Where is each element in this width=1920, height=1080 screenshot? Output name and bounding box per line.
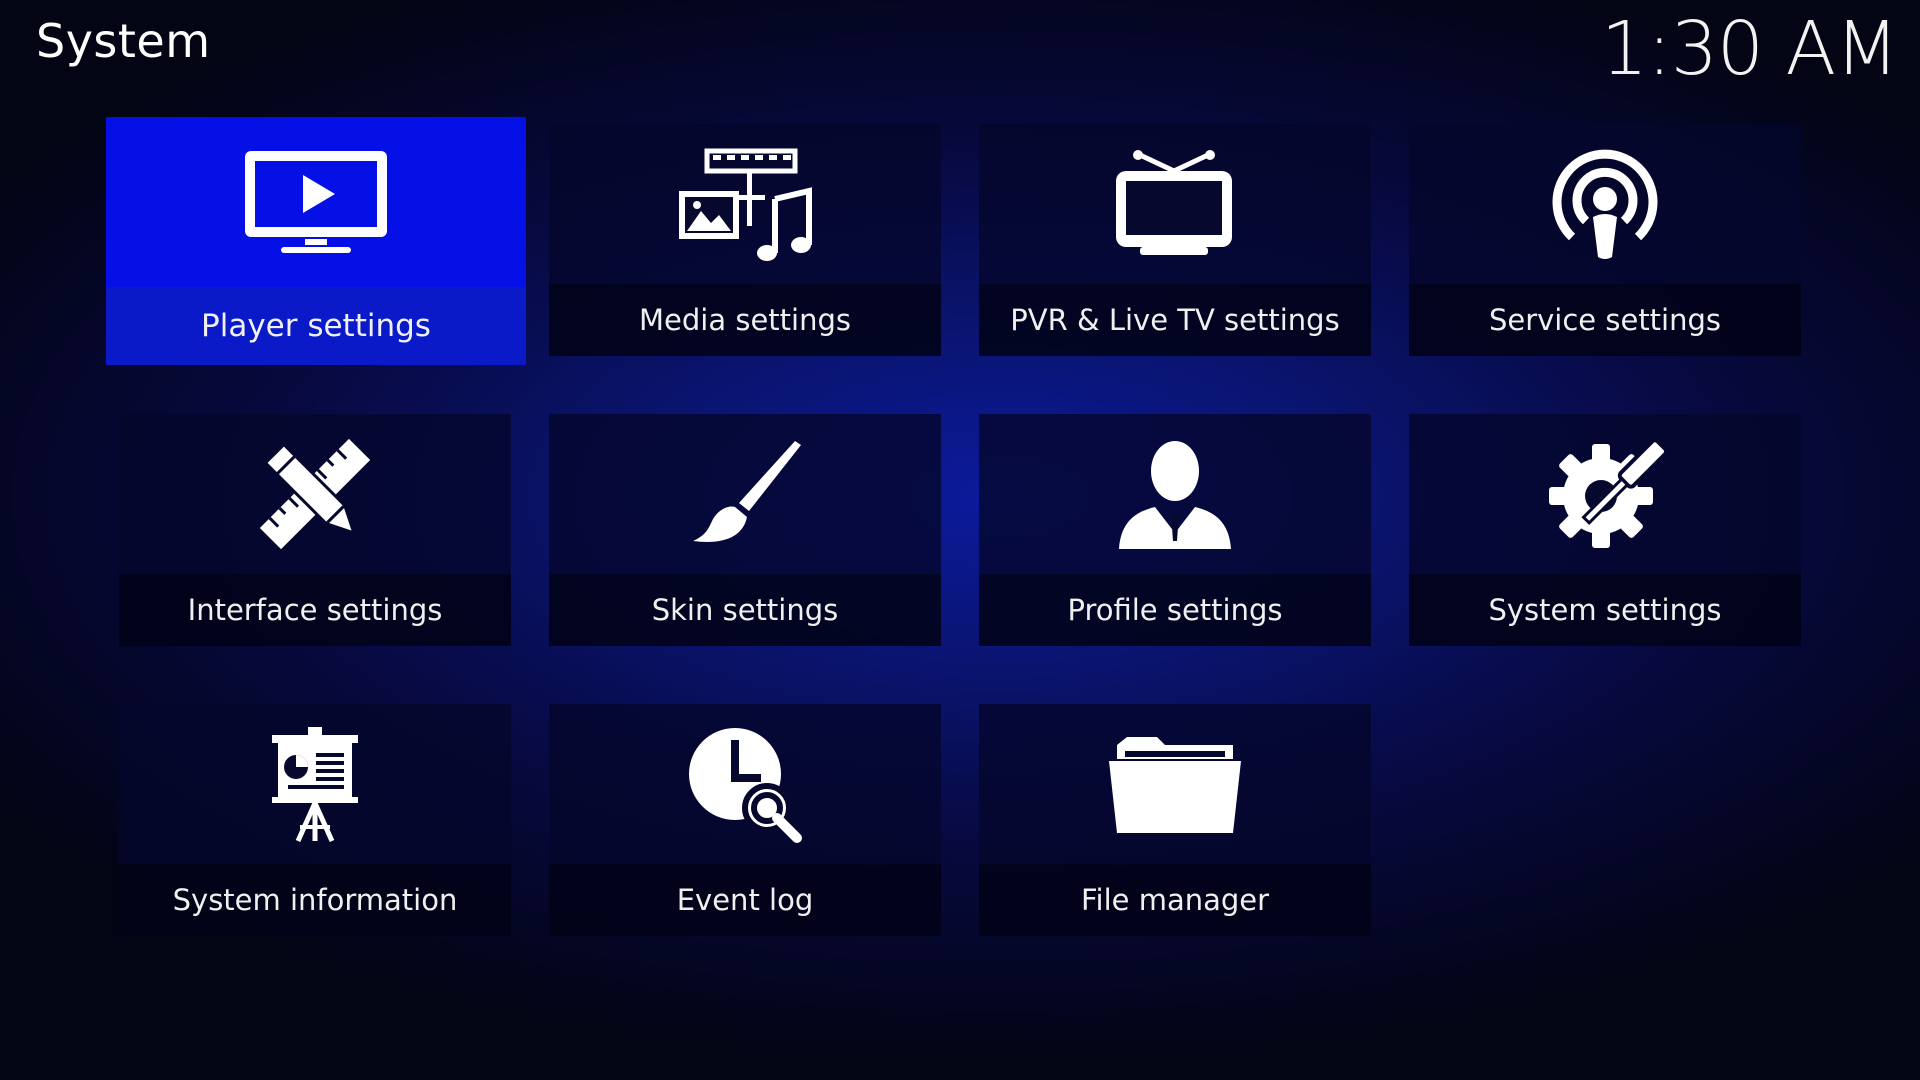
tile-system-information[interactable]: System information bbox=[119, 704, 511, 936]
tile-pvr-live-tv-settings[interactable]: PVR & Live TV settings bbox=[979, 124, 1371, 356]
tile-event-log[interactable]: Event log bbox=[549, 704, 941, 936]
tile-label: System information bbox=[172, 883, 458, 917]
tile-label: Player settings bbox=[201, 308, 431, 344]
broadcast-icon bbox=[1552, 149, 1658, 259]
folder-icon bbox=[1109, 737, 1241, 833]
tile-label: Interface settings bbox=[187, 593, 443, 627]
tile-label: Profile settings bbox=[1067, 593, 1283, 627]
tile-media-settings[interactable]: Media settings bbox=[549, 124, 941, 356]
settings-grid: Player settings Media settings PVR & Liv… bbox=[0, 0, 1920, 1080]
tile-profile-settings[interactable]: Profile settings bbox=[979, 414, 1371, 646]
tile-label: Service settings bbox=[1488, 303, 1722, 337]
tile-player-settings[interactable]: Player settings bbox=[106, 117, 526, 365]
tv-play-icon bbox=[245, 151, 387, 253]
tile-label: System settings bbox=[1488, 593, 1722, 627]
tv-antenna-icon bbox=[1116, 150, 1232, 255]
tile-label: Media settings bbox=[639, 303, 851, 337]
pencil-ruler-icon bbox=[259, 438, 370, 549]
gear-screwdriver-icon bbox=[1549, 438, 1665, 548]
tile-label: Skin settings bbox=[651, 593, 839, 627]
tile-file-manager[interactable]: File manager bbox=[979, 704, 1371, 936]
user-icon bbox=[1119, 440, 1231, 549]
tile-service-settings[interactable]: Service settings bbox=[1409, 124, 1801, 356]
media-icon bbox=[679, 148, 812, 261]
paintbrush-icon bbox=[693, 440, 801, 542]
clock-search-icon bbox=[689, 728, 802, 843]
tile-skin-settings[interactable]: Skin settings bbox=[549, 414, 941, 646]
presentation-icon bbox=[272, 726, 358, 842]
tile-label: Event log bbox=[676, 883, 814, 917]
tile-interface-settings[interactable]: Interface settings bbox=[119, 414, 511, 646]
tile-label: PVR & Live TV settings bbox=[1010, 303, 1340, 337]
tile-system-settings[interactable]: System settings bbox=[1409, 414, 1801, 646]
tile-label: File manager bbox=[1080, 883, 1270, 917]
